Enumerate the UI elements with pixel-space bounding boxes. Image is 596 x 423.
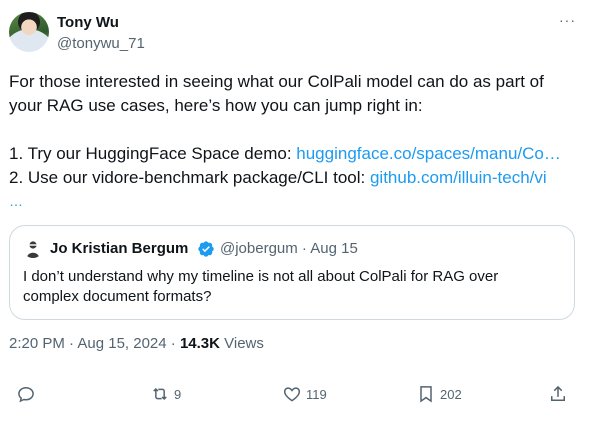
views-count: 14.3K [179, 335, 220, 352]
share-button[interactable] [548, 382, 568, 406]
like-count: 119 [306, 386, 327, 402]
share-icon [551, 385, 565, 401]
huggingface-link[interactable]: huggingface.co/spaces/manu/Co… [296, 144, 561, 163]
bookmark-button[interactable]: 202 [416, 382, 462, 406]
tweet-list-item-2: 2. Use our vidore-benchmark package/CLI … [9, 166, 584, 190]
action-bar: 9 119 202 [0, 382, 596, 410]
tweet-line-2: your RAG use cases, here’s how you can j… [9, 96, 423, 115]
quote-text: I don’t understand why my timeline is no… [23, 268, 499, 305]
verified-badge-icon [198, 241, 214, 257]
tweet-timestamp[interactable]: 2:20 PM · Aug 15, 2024 · 14.3K Views [9, 335, 264, 352]
views-label: Views [219, 335, 264, 352]
retweet-count: 9 [174, 386, 182, 402]
list-item-2-text: 2. Use our vidore-benchmark package/CLI … [9, 168, 370, 187]
list-item-1-text: 1. Try our HuggingFace Space demo: [9, 144, 297, 163]
quoted-tweet[interactable]: Jo Kristian Bergum @jobergum · Aug 15 I … [9, 225, 575, 320]
author-handle[interactable]: @tonywu_71 [57, 35, 145, 52]
retweet-button[interactable]: 9 [150, 382, 181, 406]
tweet-text: For those interested in seeing what our … [9, 70, 584, 190]
quote-author-name[interactable]: Jo Kristian Bergum [50, 240, 188, 257]
truncation-ellipsis[interactable]: … [9, 194, 23, 208]
author-name[interactable]: Tony Wu [57, 14, 119, 31]
retweet-icon [153, 387, 167, 401]
heart-icon [283, 387, 301, 402]
quote-author-avatar[interactable] [23, 238, 43, 258]
reply-button[interactable] [16, 382, 40, 406]
bookmark-count: 202 [440, 386, 462, 402]
more-options-icon[interactable]: ··· [559, 12, 576, 28]
bookmark-icon [420, 386, 432, 403]
timestamp-text[interactable]: 2:20 PM · Aug 15, 2024 · [9, 335, 180, 352]
reply-icon [18, 386, 34, 403]
tweet-list-item-1: 1. Try our HuggingFace Space demo: huggi… [9, 142, 584, 166]
tweet-line-1: For those interested in seeing what our … [9, 72, 544, 91]
like-button[interactable]: 119 [282, 382, 327, 406]
quote-meta: @jobergum · Aug 15 [220, 240, 358, 257]
github-link[interactable]: github.com/illuin-tech/vi [370, 168, 547, 187]
author-avatar[interactable] [9, 12, 49, 52]
